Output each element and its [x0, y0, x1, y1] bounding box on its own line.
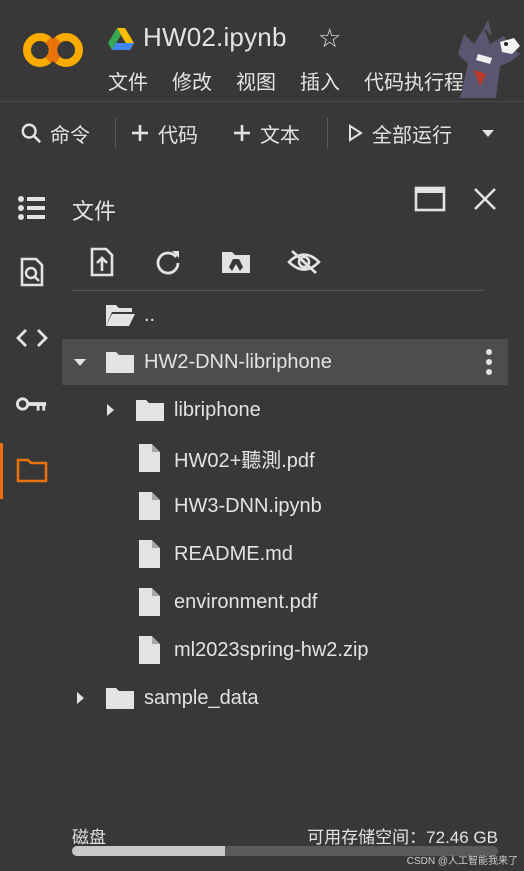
tree-item-libriphone[interactable]: libriphone	[62, 387, 508, 433]
run-all-label: 全部运行	[372, 124, 452, 147]
command-label: 命令	[50, 124, 90, 147]
run-options-dropdown[interactable]	[480, 102, 504, 164]
tree-item-label: HW3-DNN.ipynb	[174, 494, 322, 517]
panel-title: 文件	[72, 199, 117, 224]
notebook-title[interactable]: HW02.ipynb	[143, 22, 287, 53]
caret-down-icon[interactable]	[72, 354, 88, 370]
upload-icon[interactable]	[84, 244, 120, 280]
more-options-icon[interactable]	[486, 349, 492, 375]
tree-item-label: HW02+聽測.pdf	[174, 449, 315, 472]
play-icon	[349, 124, 363, 142]
file-icon	[139, 588, 160, 616]
tree-item-label: sample_data	[144, 686, 259, 709]
menu-item-insert[interactable]: 插入	[300, 66, 340, 95]
files-panel: 文件 .. HW2-DNN-libriphone libriphone HW02…	[62, 164, 524, 871]
run-all-button[interactable]: 全部运行	[346, 102, 452, 164]
tree-item-file[interactable]: README.md	[62, 531, 508, 577]
search-icon	[21, 123, 42, 144]
plus-icon	[132, 125, 148, 141]
parent-directory-label: ..	[144, 303, 156, 326]
chevron-down-icon	[482, 130, 494, 137]
tree-item-file[interactable]: HW02+聽測.pdf	[62, 435, 508, 481]
star-icon[interactable]: ☆	[318, 23, 341, 54]
open-folder-icon	[106, 305, 135, 326]
command-palette-button[interactable]: 命令	[20, 102, 90, 164]
hidden-files-icon[interactable]	[286, 244, 322, 280]
caret-right-icon[interactable]	[72, 690, 88, 706]
caret-right-icon[interactable]	[102, 402, 118, 418]
disk-usage-fill	[72, 846, 226, 856]
actions-divider	[72, 290, 484, 291]
file-actions	[62, 244, 524, 284]
key-icon[interactable]	[16, 388, 48, 420]
add-text-label: 文本	[260, 124, 300, 147]
tree-item-hw2-dnn-libriphone[interactable]: HW2-DNN-libriphone	[62, 339, 508, 385]
tree-item-file[interactable]: environment.pdf	[62, 579, 508, 625]
tree-item-label: README.md	[174, 542, 293, 565]
notebook-toolbar: 命令 代码 文本 全部运行	[0, 101, 524, 165]
tree-item-label: ml2023spring-hw2.zip	[174, 638, 369, 661]
menu-item-edit[interactable]: 修改	[172, 66, 212, 95]
google-drive-icon[interactable]	[108, 28, 134, 50]
folder-icon	[136, 400, 164, 421]
file-icon	[139, 540, 160, 568]
colab-logo[interactable]: CO	[22, 30, 84, 70]
mascot-image	[440, 14, 524, 98]
add-code-label: 代码	[158, 124, 198, 147]
add-code-button[interactable]: 代码	[130, 102, 198, 164]
watermark: CSDN @人工智能我来了	[406, 856, 518, 867]
table-of-contents-icon[interactable]	[16, 192, 48, 224]
find-in-notebook-icon[interactable]	[16, 256, 48, 288]
close-icon[interactable]	[472, 186, 498, 217]
disk-available-text: 可用存储空间：72.46 GB	[307, 828, 498, 847]
folder-icon[interactable]	[16, 454, 48, 486]
menu-item-view[interactable]: 视图	[236, 66, 276, 95]
tree-item-label: environment.pdf	[174, 590, 318, 613]
folder-icon	[106, 688, 134, 709]
file-icon	[139, 636, 160, 664]
tree-item-file[interactable]: HW3-DNN.ipynb	[62, 483, 508, 529]
disk-label: 磁盘	[72, 828, 106, 847]
add-text-button[interactable]: 文本	[232, 102, 300, 164]
tree-item-label: libriphone	[174, 398, 261, 421]
menu-item-file[interactable]: 文件	[108, 66, 148, 95]
toolbar-divider	[327, 118, 328, 148]
file-icon	[139, 492, 160, 520]
folder-icon	[106, 352, 134, 373]
toolbar-divider	[115, 118, 116, 148]
plus-icon	[234, 125, 250, 141]
mount-drive-icon[interactable]	[218, 244, 254, 280]
tree-item-label: HW2-DNN-libriphone	[144, 350, 332, 373]
file-icon	[139, 444, 160, 472]
parent-directory-row[interactable]: ..	[62, 292, 508, 338]
active-tab-indicator	[0, 443, 3, 499]
tree-item-file[interactable]: ml2023spring-hw2.zip	[62, 627, 508, 673]
app-header: CO HW02.ipynb ☆ 文件 修改 视图 插入 代码执行程序	[0, 0, 524, 100]
code-snippets-icon[interactable]	[16, 322, 48, 354]
refresh-icon[interactable]	[150, 244, 186, 280]
side-rail	[0, 164, 62, 871]
open-in-tab-icon[interactable]	[414, 186, 446, 219]
tree-item-sample-data[interactable]: sample_data	[62, 675, 508, 721]
